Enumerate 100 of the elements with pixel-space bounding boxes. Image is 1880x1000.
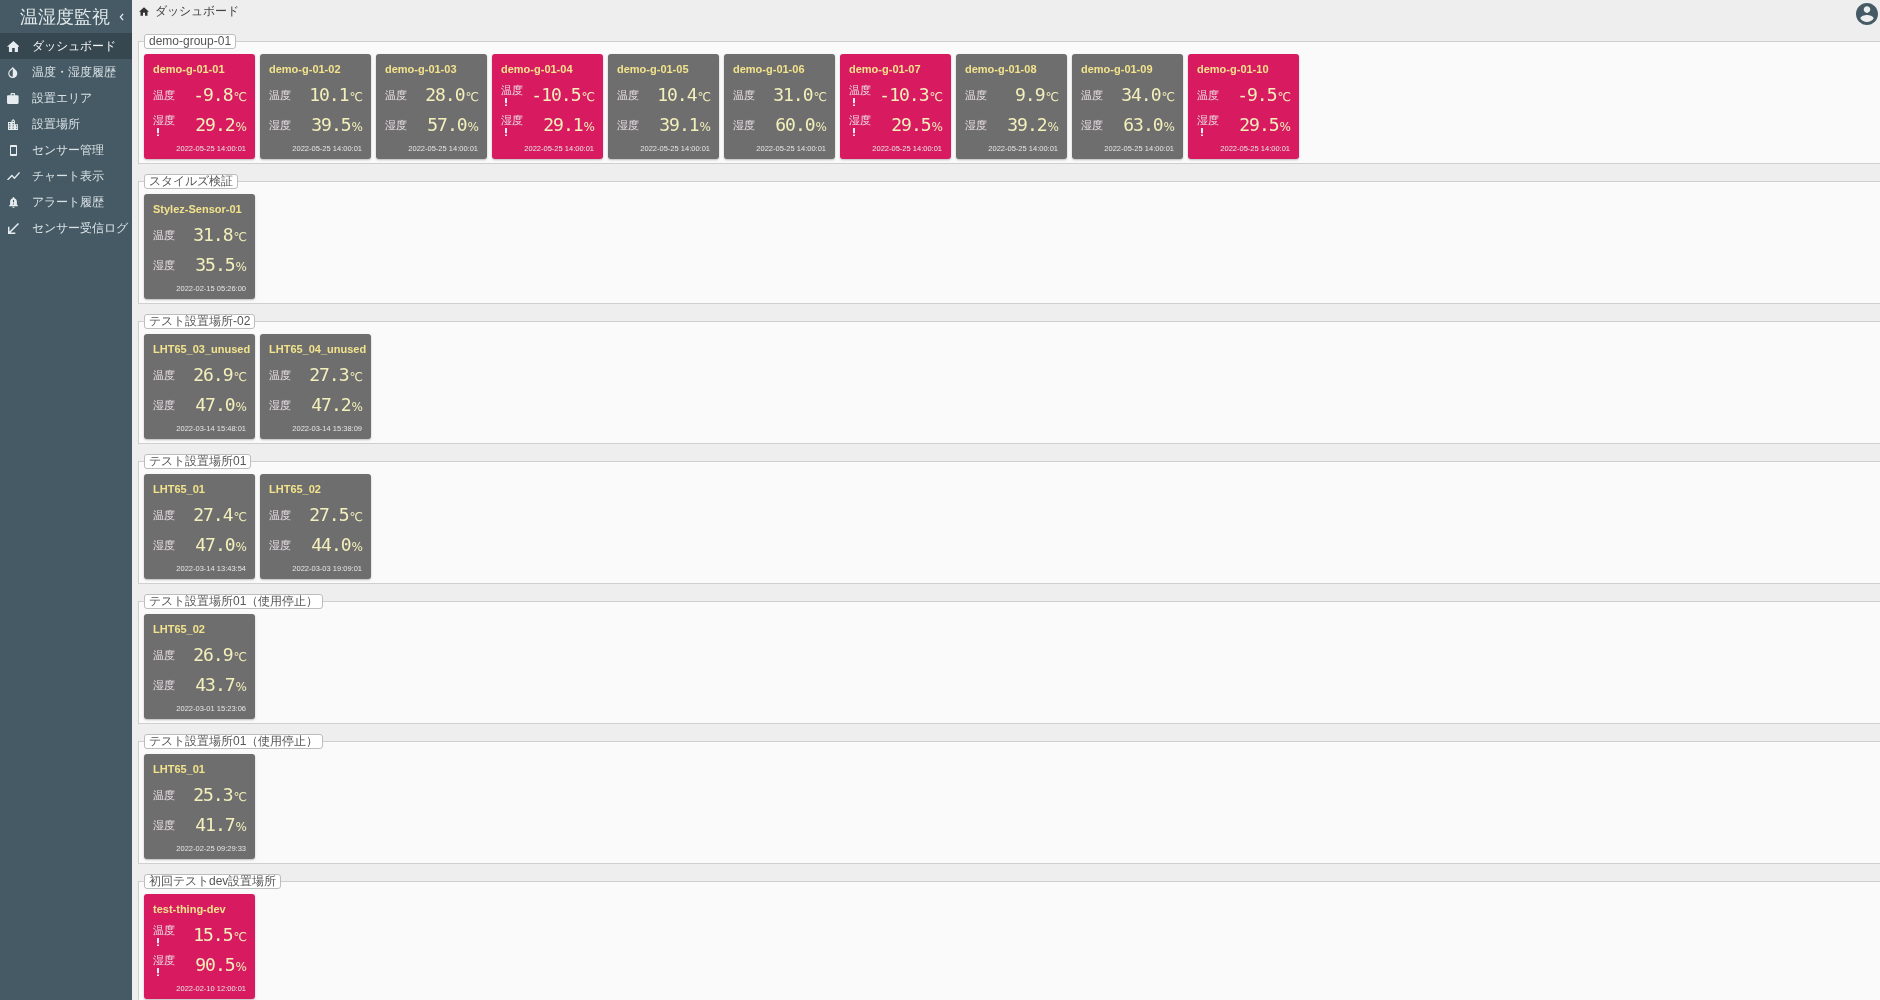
reading-unit: %: [235, 540, 247, 554]
sensor-name: LHT65_01: [153, 762, 205, 776]
reading-value: 9.9: [1015, 84, 1045, 106]
reading-label: 温度: [965, 89, 987, 101]
briefcase-icon: [7, 92, 19, 104]
reading-label: 温度: [501, 84, 523, 96]
reading-value: 63.0: [1123, 114, 1163, 136]
nav-item[interactable]: チャート表示: [0, 163, 132, 189]
reading-value: 39.5: [311, 114, 351, 136]
reading-value: 43.7: [195, 674, 235, 696]
bell-icon: [8, 196, 18, 208]
reading-value: 26.9: [193, 644, 233, 666]
sensor-name: demo-g-01-01: [153, 62, 225, 76]
reading-label: 温度: [269, 509, 291, 521]
nav-item[interactable]: アラート履歴: [0, 189, 132, 215]
reading-value: 47.2: [311, 394, 351, 416]
reading-unit: ℃: [465, 90, 479, 104]
reading-label: 湿度: [269, 399, 291, 411]
reading-label: 湿度: [269, 119, 291, 131]
reading-value: 44.0: [311, 534, 351, 556]
nav-item[interactable]: 温度・湿度履歴: [0, 59, 132, 85]
reading-value: 34.0: [1121, 84, 1161, 106]
group-legend: テスト設置場所01（使用停止）: [144, 734, 324, 749]
drop-icon: [8, 66, 18, 78]
reading-label: 湿度: [153, 399, 175, 411]
reading-unit: ℃: [233, 790, 247, 804]
reading-value: 27.4: [193, 504, 233, 526]
reading-unit: ℃: [1045, 90, 1059, 104]
reading-value: 28.0: [425, 84, 465, 106]
reading-unit: %: [1163, 120, 1175, 134]
reading-value: 10.4: [657, 84, 697, 106]
reading-label: 温度: [153, 924, 175, 936]
nav-item[interactable]: センサー管理: [0, 137, 132, 163]
reading-label: 湿度: [153, 954, 175, 966]
reading-label: 湿度: [385, 119, 407, 131]
reading-label: 温度: [617, 89, 639, 101]
avatar-icon[interactable]: [1856, 3, 1878, 25]
reading-unit: ℃: [233, 370, 247, 384]
reading-label: 湿度: [153, 114, 175, 126]
reading-label: 温度: [733, 89, 755, 101]
reading-label: 温度: [849, 84, 871, 96]
reading-value: 25.3: [193, 784, 233, 806]
sensor-name: LHT65_02: [153, 622, 205, 636]
buildings-icon: [7, 118, 19, 130]
reading-value: 39.2: [1007, 114, 1047, 136]
reading-unit: ℃: [813, 90, 827, 104]
reading-value: 26.9: [193, 364, 233, 386]
reading-unit: ℃: [349, 370, 363, 384]
sensor-name: demo-g-01-10: [1197, 62, 1269, 76]
nav-item[interactable]: センサー受信ログ: [0, 215, 132, 241]
sensor-name: LHT65_02: [269, 482, 321, 496]
reading-value: 31.8: [193, 224, 233, 246]
reading-unit: ℃: [349, 90, 363, 104]
reading-label: 温度: [153, 649, 175, 661]
reading-unit: ℃: [233, 510, 247, 524]
reading-unit: %: [583, 120, 595, 134]
reading-unit: ℃: [233, 90, 247, 104]
chevron-left-icon[interactable]: [119, 12, 124, 21]
reading-value: 57.0: [427, 114, 467, 136]
reading-unit: %: [235, 400, 247, 414]
reading-label: 温度: [153, 89, 175, 101]
reading-unit: %: [235, 820, 247, 834]
reading-label: 温度: [269, 89, 291, 101]
reading-unit: ℃: [1277, 90, 1291, 104]
reading-value: 31.0: [773, 84, 813, 106]
reading-label: 湿度: [1197, 114, 1219, 126]
sensor-name: demo-g-01-08: [965, 62, 1037, 76]
sensor-name: LHT65_03_unused: [153, 342, 251, 356]
reading-unit: %: [351, 120, 363, 134]
sensor-name: demo-g-01-02: [269, 62, 341, 76]
reading-value: 27.3: [309, 364, 349, 386]
reading-label: 温度: [385, 89, 407, 101]
app-title: 温湿度監視: [20, 5, 110, 28]
reading-unit: %: [699, 120, 711, 134]
reading-unit: %: [235, 680, 247, 694]
sensor-name: demo-g-01-06: [733, 62, 805, 76]
group-legend: スタイルズ検証: [144, 174, 238, 189]
reading-value: 90.5: [195, 954, 235, 976]
nav-item[interactable]: ダッシュボード: [0, 33, 132, 59]
reading-label: 湿度: [617, 119, 639, 131]
sensor-name: demo-g-01-03: [385, 62, 457, 76]
reading-label: 湿度: [153, 679, 175, 691]
reading-label: 温度: [153, 229, 175, 241]
reading-unit: ℃: [581, 90, 595, 104]
sensor-name: LHT65_01: [153, 482, 205, 496]
sensor-name: demo-g-01-09: [1081, 62, 1153, 76]
reading-unit: %: [815, 120, 827, 134]
nav-item[interactable]: 設置場所: [0, 111, 132, 137]
reading-label: 湿度: [269, 539, 291, 551]
reading-unit: ℃: [697, 90, 711, 104]
reading-value: 41.7: [195, 814, 235, 836]
reading-label: 温度: [269, 369, 291, 381]
reading-label: 湿度: [733, 119, 755, 131]
reading-value: 27.5: [309, 504, 349, 526]
arrow-down-left-icon: [7, 222, 19, 234]
home-icon: [6, 40, 20, 52]
group-legend: demo-group-01: [144, 34, 237, 49]
nav-item[interactable]: 設置エリア: [0, 85, 132, 111]
phone-icon: [9, 144, 17, 156]
group-legend: テスト設置場所01（使用停止）: [144, 594, 324, 609]
